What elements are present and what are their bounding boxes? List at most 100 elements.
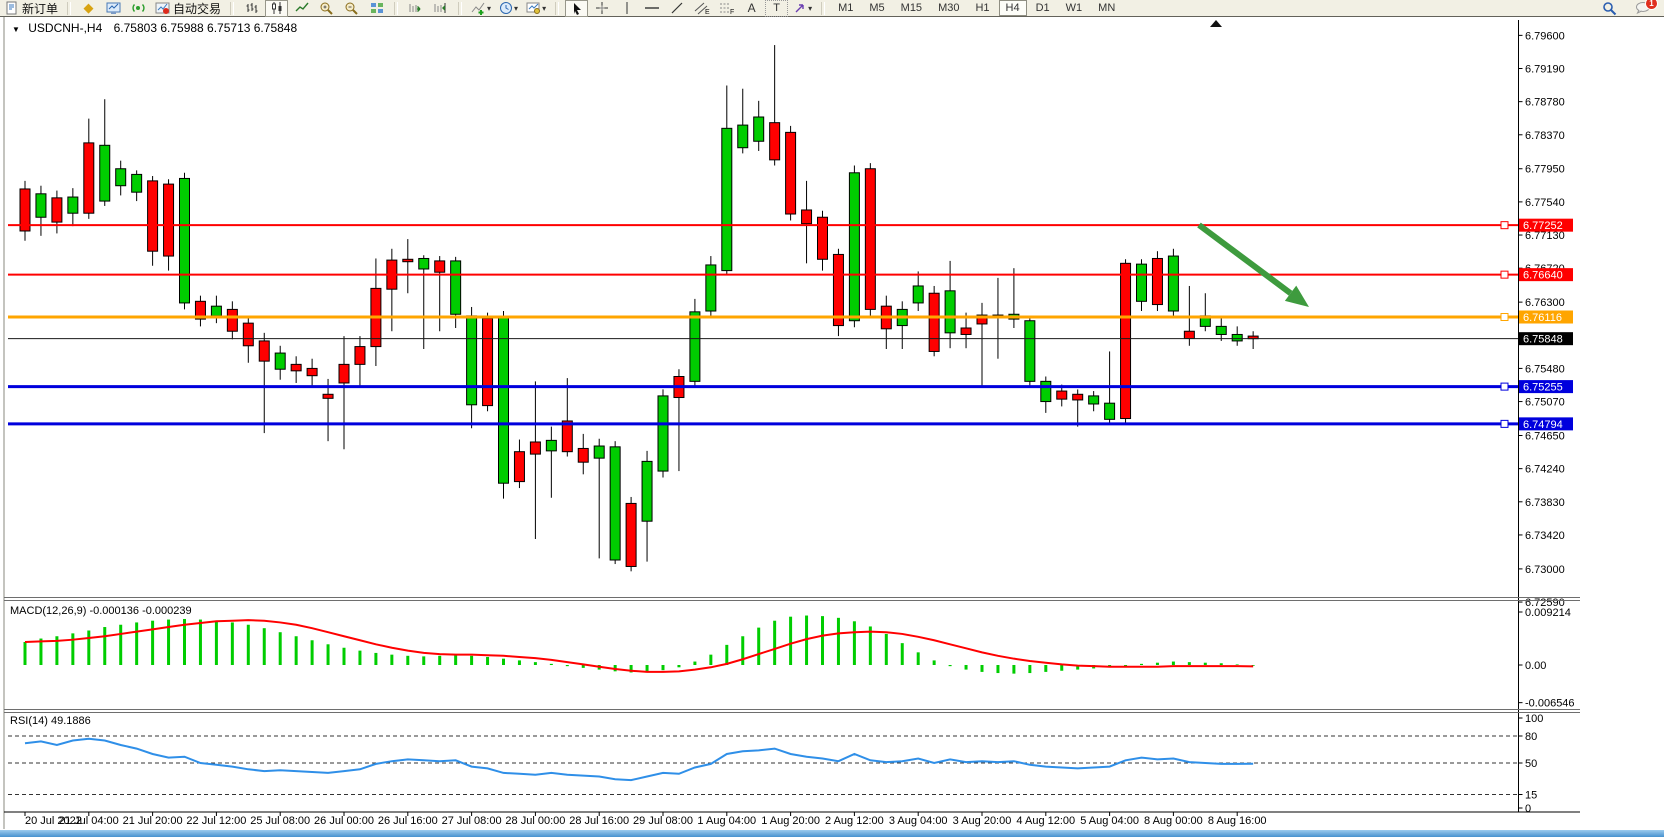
time-axis-label: 25 Jul 08:00 [250,815,310,827]
price-axis-label: 6.78370 [1525,130,1565,142]
candle-body [594,446,604,458]
candle-body [818,217,828,259]
candle-body [84,143,94,213]
candle-body [355,347,365,365]
candle-body [100,145,110,201]
candle-body [275,353,285,369]
line-handle-marker[interactable] [1501,383,1508,390]
price-axis-label: 6.75480 [1525,363,1565,375]
candle-body [786,132,796,214]
candle-body [562,421,572,452]
time-axis-label: 21 Jul 04:00 [59,815,119,827]
line-price-badge-text: 6.76640 [1523,270,1563,282]
candle-body [403,259,413,261]
candle-body [291,364,301,370]
candle-body [339,364,349,383]
line-price-badge-text: 6.76116 [1523,312,1562,324]
candle-body [116,169,126,186]
candle-body [849,173,859,321]
time-axis-label: 5 Aug 04:00 [1080,815,1139,827]
candle-body [211,306,221,316]
macd-axis-label: -0.006546 [1525,698,1575,710]
trend-arrow-shaft[interactable] [1199,225,1291,293]
candle-body [690,312,700,382]
time-axis-label: 26 Jul 16:00 [378,815,438,827]
time-axis-label: 28 Jul 00:00 [505,815,565,827]
candle-body [1184,331,1194,338]
candle-body [148,181,158,251]
rsi-axis-label: 100 [1525,713,1543,725]
time-axis-label: 29 Jul 08:00 [633,815,693,827]
candle-body [706,265,716,311]
candle-body [36,194,46,217]
time-axis-label: 8 Aug 00:00 [1144,815,1203,827]
time-axis-label: 1 Aug 04:00 [697,815,756,827]
candle-body [52,198,62,222]
candle-body [770,123,780,160]
mt4-terminal: { "toolbar": { "new_order": "新订单", "auto… [0,0,1664,837]
time-axis-label: 3 Aug 04:00 [889,815,948,827]
chart-dropdown-icon[interactable]: ▼ [12,25,20,34]
line-handle-marker[interactable] [1501,314,1508,321]
candle-body [1089,396,1099,404]
chart-shift-marker[interactable] [1210,20,1222,27]
chart-symbol-title: USDCNH-,H4 [28,21,102,35]
current-price-badge-text: 6.75848 [1523,334,1563,346]
chart-ohlc-quote: 6.75803 6.75988 6.75713 6.75848 [114,21,298,35]
candle-body [546,440,556,451]
bottom-status-bar [0,830,1664,837]
candle-body [132,174,142,192]
time-axis-label: 2 Aug 12:00 [825,815,884,827]
line-handle-marker[interactable] [1501,420,1508,427]
candle-body [929,293,939,351]
candle-body [499,317,509,483]
candle-body [323,394,333,398]
line-handle-marker[interactable] [1501,222,1508,229]
candle-body [1168,256,1178,311]
price-axis-label: 6.79600 [1525,30,1565,42]
price-axis-label: 6.74650 [1525,431,1565,443]
line-handle-marker[interactable] [1501,271,1508,278]
candle-body [802,210,812,224]
candle-body [243,323,253,346]
candle-body [642,461,652,521]
candle-body [738,125,748,148]
rsi-line [25,739,1253,780]
rsi-axis-label: 15 [1525,790,1537,802]
price-axis-label: 6.74240 [1525,464,1565,476]
candle-body [180,178,190,302]
candle-body [164,184,174,256]
time-axis-label: 1 Aug 20:00 [761,815,820,827]
time-axis-label: 8 Aug 16:00 [1208,815,1267,827]
price-axis-label: 6.73830 [1525,497,1565,509]
candle-body [227,309,237,331]
macd-label: MACD(12,26,9) -0.000136 -0.000239 [10,605,192,617]
candle-body [865,169,875,310]
price-axis-label: 6.77950 [1525,164,1565,176]
candle-body [514,452,524,482]
price-axis-label: 6.78780 [1525,97,1565,109]
candle-body [961,328,971,334]
price-axis-label: 6.73420 [1525,530,1565,542]
candle-body [467,316,477,405]
candle-body [259,341,269,361]
candle-body [1121,263,1131,418]
time-axis-label: 3 Aug 20:00 [953,815,1012,827]
rsi-axis-label: 80 [1525,731,1537,743]
candle-body [1137,264,1147,301]
candle-body [1073,394,1083,400]
time-axis-label: 28 Jul 16:00 [569,815,629,827]
chart-title-row: ▼ USDCNH-,H4 6.75803 6.75988 6.75713 6.7… [12,21,297,35]
time-axis-label: 22 Jul 12:00 [186,815,246,827]
candle-body [578,448,588,462]
candle-body [610,447,620,560]
candle-body [307,368,317,375]
candle-body [1057,391,1067,399]
time-axis-label: 21 Jul 20:00 [123,815,183,827]
rsi-label: RSI(14) 49.1886 [10,715,91,727]
candle-body [1025,321,1035,382]
chart-canvas[interactable]: 6.79600 6.79190 6.78780 6.78370 6.77950 6.775… [0,0,1664,837]
price-axis-label: 6.77540 [1525,197,1565,209]
price-axis-label: 6.79190 [1525,64,1565,76]
time-axis-label: 26 Jul 00:00 [314,815,374,827]
